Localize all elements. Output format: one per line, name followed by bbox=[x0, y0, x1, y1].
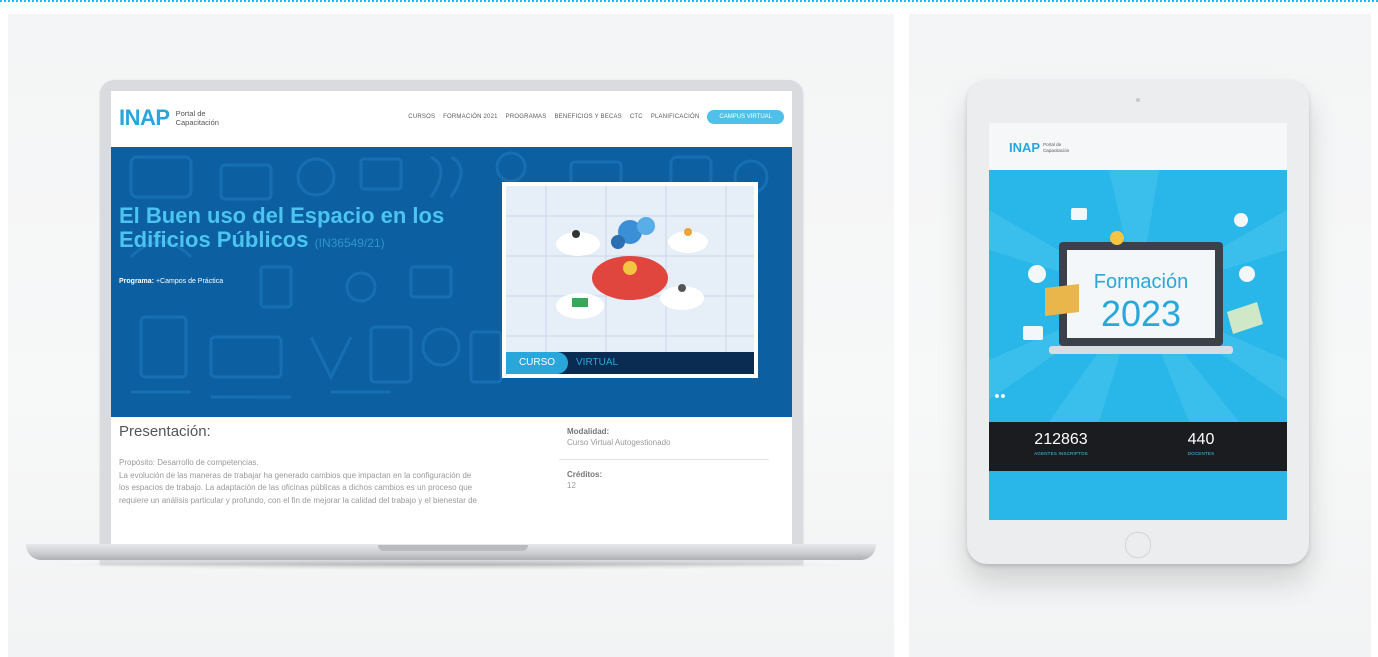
course-code: (IN36549/21) bbox=[314, 236, 385, 250]
tablet-screen: INAP Portal de Capacitación Formación 20… bbox=[989, 123, 1287, 520]
nav-item-formacion[interactable]: FORMACIÓN 2021 bbox=[443, 114, 497, 120]
course-illustration bbox=[506, 186, 754, 352]
tablet-logo-subtitle: Portal de Capacitación bbox=[1043, 142, 1069, 153]
logo-mark: INAP bbox=[119, 105, 170, 130]
modalidad-value: Curso Virtual Autogestionado bbox=[567, 438, 671, 447]
creditos-value: 12 bbox=[567, 481, 576, 490]
nav-item-programas[interactable]: PROGRAMAS bbox=[506, 114, 547, 120]
logo-sub-line2: Capacitación bbox=[175, 118, 219, 127]
nav-item-ctc[interactable]: CTC bbox=[630, 114, 643, 120]
stats-bar: 212863 AGENTES INSCRIPTOS 440 DOCENTES bbox=[989, 422, 1287, 471]
stat-agentes-label: AGENTES INSCRIPTOS bbox=[1034, 451, 1088, 456]
course-title-line2: Edificios Públicos bbox=[119, 227, 309, 252]
tablet-footer-band bbox=[989, 471, 1287, 520]
stat-agentes-number: 212863 bbox=[1034, 431, 1088, 448]
logo-sub-line1: Portal de bbox=[175, 109, 206, 118]
course-details-sidebar: Modalidad: Curso Virtual Autogestionado … bbox=[559, 427, 779, 490]
site-header: INAP Portal de Capacitación CURSOS FORMA… bbox=[111, 91, 792, 147]
formacion-banner-graphic: Formación 2023 bbox=[989, 170, 1287, 422]
tablet-inap-logo[interactable]: INAP Portal de Capacitación bbox=[1009, 140, 1069, 155]
course-title-line1: El Buen uso del Espacio en los bbox=[119, 203, 445, 228]
program-label: Programa: bbox=[119, 278, 155, 285]
tablet-logo-mark: INAP bbox=[1009, 140, 1041, 155]
inap-logo[interactable]: INAP Portal de Capacitación bbox=[119, 105, 219, 131]
laptop-lid: INAP Portal de Capacitación CURSOS FORMA… bbox=[100, 80, 803, 564]
tablet-mockup-panel: INAP Portal de Capacitación Formación 20… bbox=[909, 14, 1371, 657]
logo-subtitle: Portal de Capacitación bbox=[176, 109, 219, 127]
presentation-text: Propósito: Desarrollo de competencias. L… bbox=[119, 457, 549, 507]
stat-docentes-number: 440 bbox=[1187, 431, 1215, 448]
program-value: +Campos de Práctica bbox=[155, 278, 224, 285]
teamwork-illustration-icon bbox=[506, 186, 754, 352]
virtual-tag: VIRTUAL bbox=[576, 357, 619, 368]
tablet-device: INAP Portal de Capacitación Formación 20… bbox=[967, 80, 1309, 564]
modalidad-label: Modalidad: bbox=[567, 427, 610, 436]
sidebar-divider bbox=[559, 459, 769, 460]
tablet-site-header: INAP Portal de Capacitación bbox=[989, 123, 1287, 170]
curso-tag: CURSO bbox=[506, 352, 568, 374]
stat-docentes: 440 DOCENTES bbox=[1161, 431, 1241, 456]
course-program: Programa: +Campos de Práctica bbox=[119, 278, 223, 285]
tablet-logo-sub-line2: Capacitación bbox=[1043, 147, 1070, 153]
course-title: El Buen uso del Espacio en los Edificios… bbox=[119, 204, 449, 255]
creditos-label: Créditos: bbox=[567, 470, 603, 479]
main-nav: CURSOS FORMACIÓN 2021 PROGRAMAS BENEFICI… bbox=[408, 110, 784, 124]
formacion-year: 2023 bbox=[1101, 293, 1181, 334]
nav-item-planificacion[interactable]: PLANIFICACIÓN bbox=[651, 114, 700, 120]
laptop-notch bbox=[378, 545, 528, 551]
tablet-logo-sub-line1: Portal de bbox=[1043, 142, 1062, 147]
course-card: CURSO VIRTUAL bbox=[502, 182, 758, 378]
presentation-line: Propósito: Desarrollo de competencias. bbox=[119, 458, 259, 467]
presentation-line: los espacios de trabajo. La adaptación d… bbox=[119, 483, 473, 492]
tablet-home-button[interactable] bbox=[1125, 532, 1151, 558]
course-hero: El Buen uso del Espacio en los Edificios… bbox=[111, 147, 792, 417]
laptop-shadow bbox=[48, 560, 854, 570]
tablet-camera bbox=[1136, 98, 1140, 102]
campus-virtual-button[interactable]: CAMPUS VIRTUAL bbox=[707, 110, 784, 124]
formacion-title: Formación bbox=[1094, 271, 1188, 293]
presentation-line: requiere un análisis particular y profun… bbox=[119, 495, 477, 505]
presentation-title: Presentación: bbox=[119, 423, 211, 440]
laptop-screen: INAP Portal de Capacitación CURSOS FORMA… bbox=[111, 91, 792, 556]
formacion-banner[interactable]: Formación 2023 bbox=[989, 170, 1287, 422]
laptop-mockup-panel: INAP Portal de Capacitación CURSOS FORMA… bbox=[8, 14, 894, 657]
presentation-line: La evolución de las maneras de trabajar … bbox=[119, 470, 472, 480]
stat-agentes: 212863 AGENTES INSCRIPTOS bbox=[1011, 431, 1111, 456]
nav-item-cursos[interactable]: CURSOS bbox=[408, 114, 435, 120]
top-dotted-divider bbox=[0, 0, 1378, 2]
course-type-bar: CURSO VIRTUAL bbox=[506, 352, 754, 374]
nav-item-beneficios[interactable]: BENEFICIOS Y BECAS bbox=[554, 114, 621, 120]
course-presentation: Presentación: Propósito: Desarrollo de c… bbox=[111, 417, 792, 556]
stat-docentes-label: DOCENTES bbox=[1187, 451, 1215, 456]
